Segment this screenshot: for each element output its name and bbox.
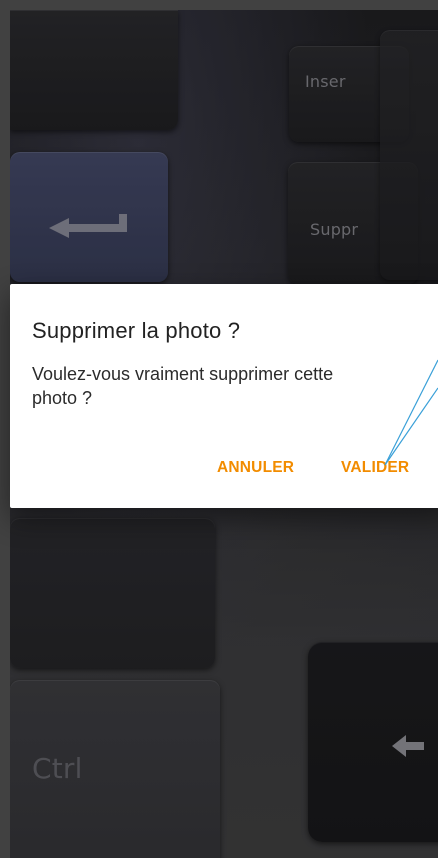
dialog-actions: ANNULER VALIDER xyxy=(10,284,438,508)
cancel-button[interactable]: ANNULER xyxy=(217,459,294,477)
screen: Inser Suppr Ctrl Supprimer la photo ? Vo… xyxy=(0,0,438,858)
delete-photo-dialog: Supprimer la photo ? Voulez-vous vraimen… xyxy=(10,284,438,508)
confirm-button[interactable]: VALIDER xyxy=(341,459,409,477)
